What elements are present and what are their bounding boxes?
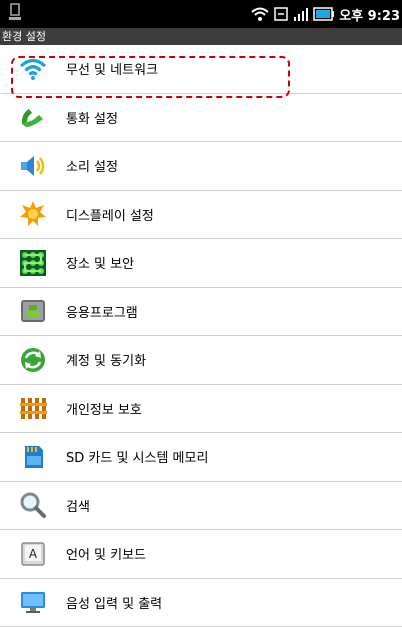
fence-icon — [18, 393, 48, 423]
list-item-privacy[interactable]: 개인정보 보호 — [0, 385, 402, 434]
android-icon — [18, 296, 48, 326]
page-title: 환경 설정 — [0, 28, 402, 45]
sd-card-icon — [18, 442, 48, 472]
speaker-icon — [18, 151, 48, 181]
list-item-label: 통화 설정 — [66, 108, 118, 127]
list-item-label: 디스플레이 설정 — [66, 205, 154, 224]
list-item-accounts-sync[interactable]: 계정 및 동기화 — [0, 336, 402, 385]
list-item-label: 계정 및 동기화 — [66, 350, 146, 369]
list-item-label: 검색 — [66, 496, 90, 515]
list-item-search[interactable]: 검색 — [0, 482, 402, 531]
list-item-label: 소리 설정 — [66, 156, 118, 175]
status-bar: 오후 9:23 — [0, 0, 402, 28]
list-item-label: 무선 및 네트워크 — [66, 59, 158, 78]
status-time: 오후 9:23 — [339, 5, 400, 24]
signal-icon — [293, 6, 309, 22]
list-item-display-settings[interactable]: 디스플레이 설정 — [0, 191, 402, 240]
list-item-label: 개인정보 보호 — [66, 399, 142, 418]
brightness-icon — [18, 199, 48, 229]
list-item-voice-io[interactable]: 음성 입력 및 출력 — [0, 579, 402, 627]
list-item-applications[interactable]: 응용프로그램 — [0, 288, 402, 337]
settings-list: 무선 및 네트워크 통화 설정 소리 설정 디 — [0, 45, 402, 627]
monitor-icon — [18, 587, 48, 617]
usb-icon — [8, 2, 22, 24]
sync-icon — [273, 6, 289, 22]
list-item-language-keyboard[interactable]: A 언어 및 키보드 — [0, 530, 402, 579]
list-item-wireless-network[interactable]: 무선 및 네트워크 — [0, 45, 402, 94]
pattern-lock-icon — [18, 248, 48, 278]
battery-icon — [313, 7, 335, 21]
list-item-location-security[interactable]: 장소 및 보안 — [0, 239, 402, 288]
status-icons: 오후 9:23 — [251, 3, 400, 25]
list-item-label: 음성 입력 및 출력 — [66, 593, 162, 612]
keyboard-key-icon: A — [18, 539, 48, 569]
svg-text:A: A — [29, 547, 38, 561]
list-item-sd-card-memory[interactable]: SD 카드 및 시스템 메모리 — [0, 433, 402, 482]
sync-icon — [18, 345, 48, 375]
list-item-label: 응용프로그램 — [66, 302, 138, 321]
list-item-label: 장소 및 보안 — [66, 253, 134, 272]
wifi-icon — [18, 54, 48, 84]
list-item-sound-settings[interactable]: 소리 설정 — [0, 142, 402, 191]
list-item-label: SD 카드 및 시스템 메모리 — [66, 447, 208, 466]
list-item-label: 언어 및 키보드 — [66, 544, 146, 563]
phone-handset-icon — [18, 102, 48, 132]
list-item-call-settings[interactable]: 통화 설정 — [0, 94, 402, 143]
magnifier-icon — [18, 490, 48, 520]
wifi-icon — [251, 6, 269, 22]
